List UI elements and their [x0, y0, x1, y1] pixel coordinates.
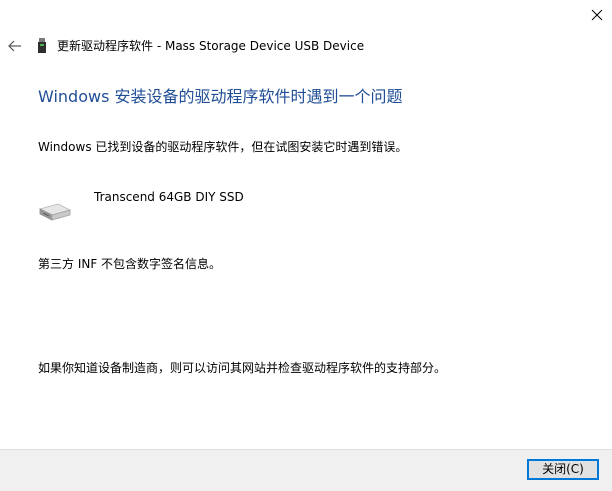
dialog-header: 更新驱动程序软件 - Mass Storage Device USB Devic… [0, 34, 612, 58]
error-heading: Windows 安装设备的驱动程序软件时遇到一个问题 [38, 87, 403, 106]
inf-error-message: 第三方 INF 不包含数字签名信息。 [38, 257, 222, 271]
back-arrow-icon [8, 40, 21, 52]
window-close-button[interactable] [582, 0, 612, 30]
support-message: 如果你知道设备制造商，则可以访问其网站并检查驱动程序软件的支持部分。 [38, 361, 447, 375]
device-name: Transcend 64GB DIY SSD [94, 190, 244, 204]
drive-icon [38, 200, 72, 222]
close-icon [591, 9, 603, 21]
usb-device-icon [38, 38, 46, 53]
dialog-footer [0, 449, 612, 491]
close-button[interactable]: 关闭(C) [527, 459, 599, 480]
back-button[interactable] [5, 36, 25, 56]
found-message: Windows 已找到设备的驱动程序软件，但在试图安装它时遇到错误。 [38, 140, 408, 154]
dialog-title: 更新驱动程序软件 - Mass Storage Device USB Devic… [57, 39, 365, 53]
